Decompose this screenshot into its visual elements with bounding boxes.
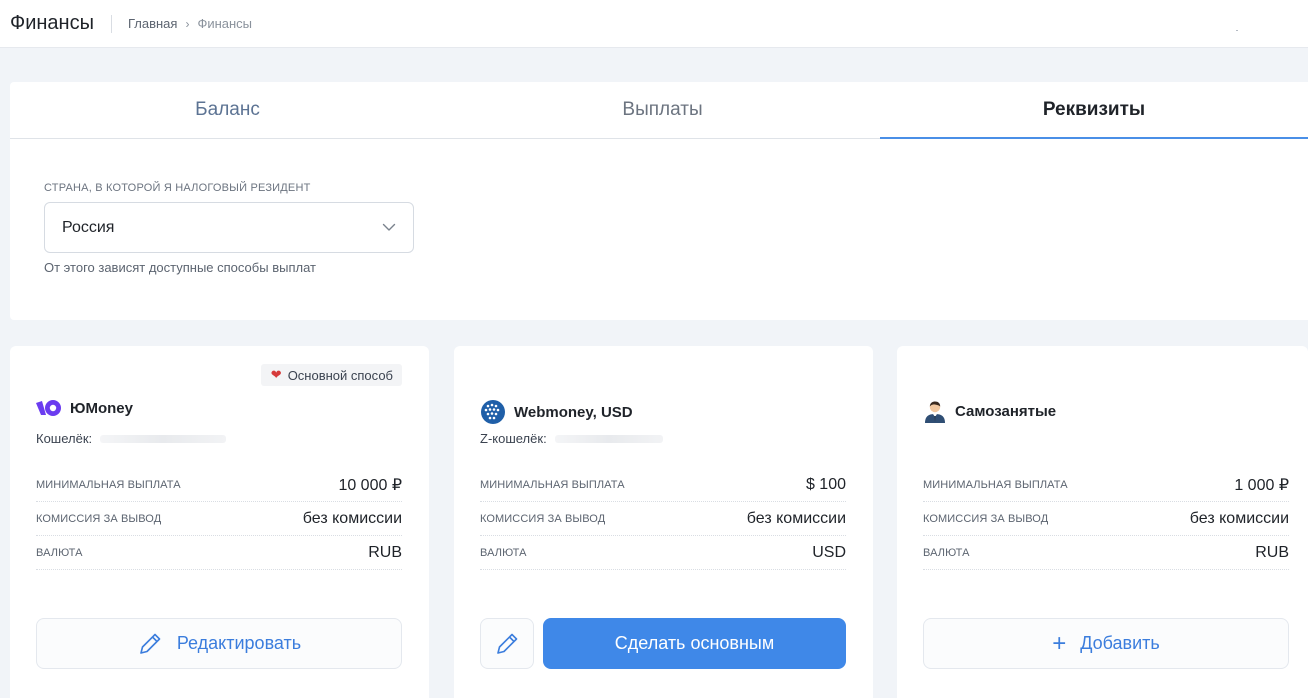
detail-row: КОМИССИЯ ЗА ВЫВОД без комиссии <box>480 502 846 536</box>
header-dot <box>1236 30 1238 31</box>
edit-button[interactable]: Редактировать <box>36 618 402 669</box>
tab-balance[interactable]: Баланс <box>10 82 445 138</box>
method-details: МИНИМАЛЬНАЯ ВЫПЛАТА 1 000 ₽ КОМИССИЯ ЗА … <box>923 468 1289 570</box>
chevron-right-icon: › <box>185 16 190 31</box>
detail-row: ВАЛЮТА USD <box>480 536 846 570</box>
country-select-value: Россия <box>62 218 115 236</box>
breadcrumb-current: Финансы <box>197 16 253 31</box>
yoomoney-logo-icon <box>36 400 61 416</box>
wallet-line: Z-кошелёк: <box>480 431 663 446</box>
method-name: Самозанятые <box>955 402 1057 420</box>
detail-row: ВАЛЮТА RUB <box>36 536 402 570</box>
breadcrumb: Главная › Финансы <box>128 16 252 31</box>
detail-value: RUB <box>1255 543 1289 561</box>
detail-key: КОМИССИЯ ЗА ВЫВОД <box>36 512 162 525</box>
detail-value: без комиссии <box>746 509 846 527</box>
wallet-line: Кошелёк: <box>36 431 227 446</box>
detail-row: КОМИССИЯ ЗА ВЫВОД без комиссии <box>36 502 402 536</box>
detail-key: ВАЛЮТА <box>923 546 970 559</box>
method-name: ЮMoney <box>70 399 133 417</box>
method-header: Самозанятые <box>923 399 1056 423</box>
primary-method-badge: ❤ Основной способ <box>260 364 402 386</box>
detail-value: $ 100 <box>805 475 846 493</box>
method-header: ЮMoney <box>36 399 133 417</box>
businessman-icon <box>925 401 945 423</box>
top-bar: Финансы Главная › Финансы <box>0 0 1308 48</box>
detail-row: МИНИМАЛЬНАЯ ВЫПЛАТА $ 100 <box>480 468 846 502</box>
detail-key: ВАЛЮТА <box>480 546 527 559</box>
wallet-label: Z-кошелёк: <box>480 431 547 446</box>
method-details: МИНИМАЛЬНАЯ ВЫПЛАТА 10 000 ₽ КОМИССИЯ ЗА… <box>36 468 402 570</box>
header-divider <box>110 14 112 33</box>
detail-key: КОМИССИЯ ЗА ВЫВОД <box>923 512 1049 525</box>
detail-value: USD <box>812 543 846 561</box>
add-button-label: Добавить <box>1080 633 1160 653</box>
tab-requisites[interactable]: Реквизиты <box>880 82 1308 138</box>
detail-key: КОМИССИЯ ЗА ВЫВОД <box>480 512 606 525</box>
tab-payouts[interactable]: Выплаты <box>445 82 880 138</box>
pencil-icon <box>497 633 518 654</box>
active-tab-indicator <box>880 137 1308 139</box>
primary-method-label: Основной способ <box>287 367 393 383</box>
detail-row: МИНИМАЛЬНАЯ ВЫПЛАТА 1 000 ₽ <box>923 468 1289 502</box>
detail-row: КОМИССИЯ ЗА ВЫВОД без комиссии <box>923 502 1289 536</box>
plus-icon: + <box>1052 629 1067 657</box>
detail-value: 10 000 ₽ <box>338 476 402 494</box>
detail-row: ВАЛЮТА RUB <box>923 536 1289 570</box>
method-details: МИНИМАЛЬНАЯ ВЫПЛАТА $ 100 КОМИССИЯ ЗА ВЫ… <box>480 468 846 570</box>
edit-button-label: Редактировать <box>176 633 302 653</box>
country-field-label: СТРАНА, В КОТОРОЙ Я НАЛОГОВЫЙ РЕЗИДЕНТ <box>44 182 311 194</box>
payout-method-card-webmoney: Webmoney, USD Z-кошелёк: МИНИМАЛЬНАЯ ВЫП… <box>454 346 873 698</box>
detail-key: МИНИМАЛЬНАЯ ВЫПЛАТА <box>923 478 1068 491</box>
detail-value: 1 000 ₽ <box>1234 476 1289 494</box>
wallet-label: Кошелёк: <box>36 431 93 446</box>
payout-method-card-yoomoney: ❤ Основной способ ЮMoney Кошелёк: МИНИМА… <box>10 346 429 698</box>
country-select[interactable]: Россия <box>44 202 414 253</box>
make-primary-button[interactable]: Сделать основным <box>543 618 846 669</box>
tab-bar: Баланс Выплаты Реквизиты <box>10 82 1308 139</box>
page-title: Финансы <box>10 12 94 34</box>
add-button[interactable]: + Добавить <box>923 618 1289 669</box>
detail-value: RUB <box>368 543 402 561</box>
country-hint: От этого зависят доступные способы выпла… <box>44 260 316 275</box>
chevron-down-icon <box>382 223 396 231</box>
method-name: Webmoney, USD <box>514 403 633 421</box>
method-header: Webmoney, USD <box>480 399 633 425</box>
detail-key: МИНИМАЛЬНАЯ ВЫПЛАТА <box>480 478 625 491</box>
detail-row: МИНИМАЛЬНАЯ ВЫПЛАТА 10 000 ₽ <box>36 468 402 502</box>
edit-icon-button[interactable] <box>480 618 534 669</box>
heart-icon: ❤ <box>270 367 282 382</box>
detail-value: без комиссии <box>1189 509 1289 527</box>
payout-method-card-self-employed: Самозанятые МИНИМАЛЬНАЯ ВЫПЛАТА 1 000 ₽ … <box>897 346 1308 698</box>
wallet-number-redacted <box>554 434 663 443</box>
wallet-number-redacted <box>100 434 227 443</box>
detail-key: ВАЛЮТА <box>36 546 83 559</box>
breadcrumb-home-link[interactable]: Главная <box>128 16 177 31</box>
webmoney-globe-icon <box>481 400 505 424</box>
requisites-panel: Баланс Выплаты Реквизиты СТРАНА, В КОТОР… <box>10 82 1308 320</box>
pencil-icon <box>140 633 161 654</box>
detail-value: без комиссии <box>302 509 402 527</box>
detail-key: МИНИМАЛЬНАЯ ВЫПЛАТА <box>36 478 181 491</box>
